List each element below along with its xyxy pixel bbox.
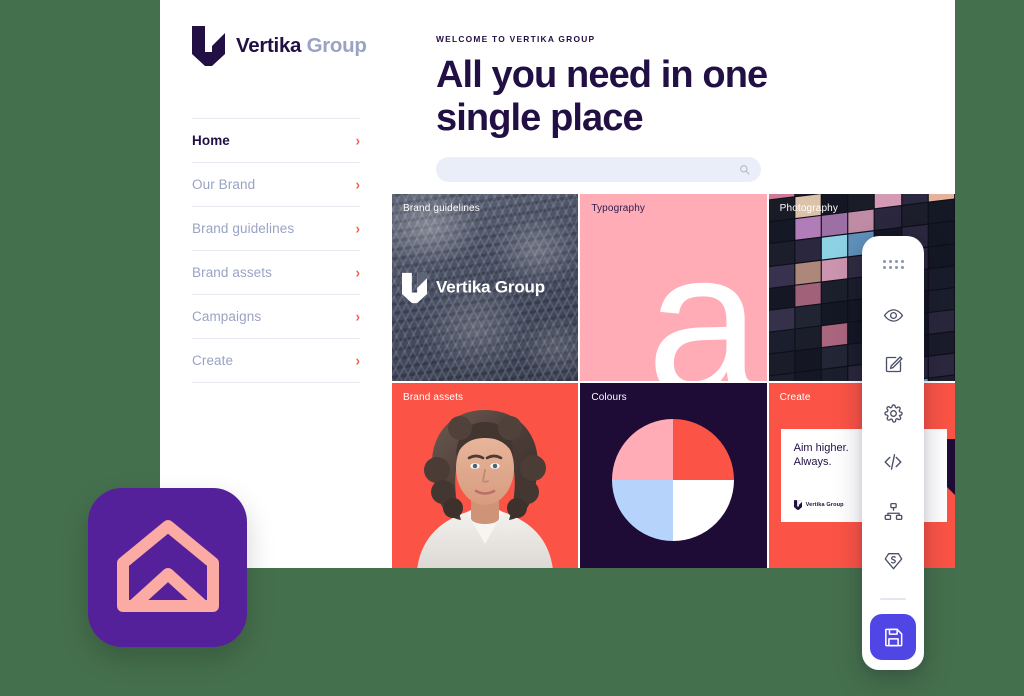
house-chevron-icon xyxy=(116,519,219,612)
search-bar[interactable] xyxy=(436,156,761,182)
sidebar-item-label: Brand guidelines xyxy=(192,221,295,236)
sketch-diamond-icon xyxy=(884,552,902,569)
tile-label: Brand guidelines xyxy=(403,203,480,214)
sidebar-item-campaigns[interactable]: Campaigns › xyxy=(192,295,360,339)
sidebar-item-brand-assets[interactable]: Brand assets › xyxy=(192,251,360,295)
chevron-right-icon: › xyxy=(355,351,360,370)
brand-logo[interactable]: Vertika Group xyxy=(192,26,367,66)
preview-button[interactable] xyxy=(874,296,912,334)
sidebar-item-home[interactable]: Home › xyxy=(192,119,360,163)
sidebar-item-create[interactable]: Create › xyxy=(192,339,360,383)
save-button[interactable] xyxy=(870,614,916,660)
sitemap-button[interactable] xyxy=(874,492,912,530)
tile-label: Colours xyxy=(591,392,627,403)
typography-specimen-glyph: a xyxy=(646,208,761,381)
sketch-button[interactable] xyxy=(874,541,912,579)
tile-label: Typography xyxy=(591,203,646,214)
chevron-right-icon: › xyxy=(355,263,360,282)
tile-colours[interactable]: Colours xyxy=(580,383,767,568)
search-input[interactable] xyxy=(436,156,761,182)
sidebar-item-label: Create xyxy=(192,353,234,368)
code-icon xyxy=(884,454,902,470)
vertika-logo-mark xyxy=(793,500,802,510)
overlay-brand-logo-text: Vertika Group xyxy=(436,277,545,297)
chevron-right-icon: › xyxy=(355,131,360,150)
drag-dots-icon[interactable] xyxy=(882,260,904,269)
edit-square-icon xyxy=(885,355,903,372)
tile-brand-guidelines[interactable]: Brand guidelines Vertika Group xyxy=(392,194,579,381)
portrait-photo xyxy=(417,410,553,568)
pie-slice-white xyxy=(673,480,735,542)
brand-name: Vertika Group xyxy=(236,34,367,58)
pie-slice-coral xyxy=(673,419,735,481)
search-icon xyxy=(740,165,750,175)
colours-pie-chart xyxy=(612,419,735,542)
tile-brand-assets[interactable]: Brand assets xyxy=(392,383,579,568)
floppy-save-icon xyxy=(884,628,902,646)
toolbar-divider xyxy=(880,598,906,600)
sidebar-item-label: Brand assets xyxy=(192,265,272,280)
welcome-eyebrow: WELCOME TO VERTIKA GROUP xyxy=(436,34,596,44)
overlay-brand-logo: Vertika Group xyxy=(402,272,545,303)
pie-slice-pink xyxy=(612,419,674,481)
sidebar: Vertika Group Home › Our Brand › Brand g… xyxy=(160,0,392,568)
floating-toolbar xyxy=(862,236,924,670)
sidebar-item-label: Our Brand xyxy=(192,177,256,192)
vertika-logo-mark xyxy=(402,272,427,303)
chevron-right-icon: › xyxy=(355,219,360,238)
chevron-right-icon: › xyxy=(355,175,360,194)
brand-name-secondary: Group xyxy=(306,34,367,57)
page-title: All you need in one single place xyxy=(436,54,768,139)
sidebar-item-label: Campaigns xyxy=(192,309,262,324)
eye-icon xyxy=(883,308,903,322)
chevron-right-icon: › xyxy=(355,307,360,326)
edit-button[interactable] xyxy=(874,345,912,383)
code-button[interactable] xyxy=(874,443,912,481)
settings-button[interactable] xyxy=(874,394,912,432)
brand-name-primary: Vertika xyxy=(236,34,302,57)
app-window: Vertika Group Home › Our Brand › Brand g… xyxy=(160,0,955,568)
tile-label: Create xyxy=(779,392,811,403)
sitemap-icon xyxy=(884,502,902,520)
app-launcher-icon[interactable] xyxy=(88,488,247,647)
pie-slice-lightblue xyxy=(612,480,674,542)
sidebar-item-brand-guidelines[interactable]: Brand guidelines › xyxy=(192,207,360,251)
sidebar-nav: Home › Our Brand › Brand guidelines › Br… xyxy=(192,118,360,383)
tile-label: Photography xyxy=(779,203,839,214)
gear-icon xyxy=(883,403,903,423)
tile-label: Brand assets xyxy=(403,392,464,403)
quote-card-brand-text: Vertika Group xyxy=(805,502,844,508)
sidebar-item-label: Home xyxy=(192,133,230,148)
tile-typography[interactable]: Typography a xyxy=(580,194,767,381)
vertika-logo-mark xyxy=(192,26,225,66)
sidebar-item-our-brand[interactable]: Our Brand › xyxy=(192,163,360,207)
